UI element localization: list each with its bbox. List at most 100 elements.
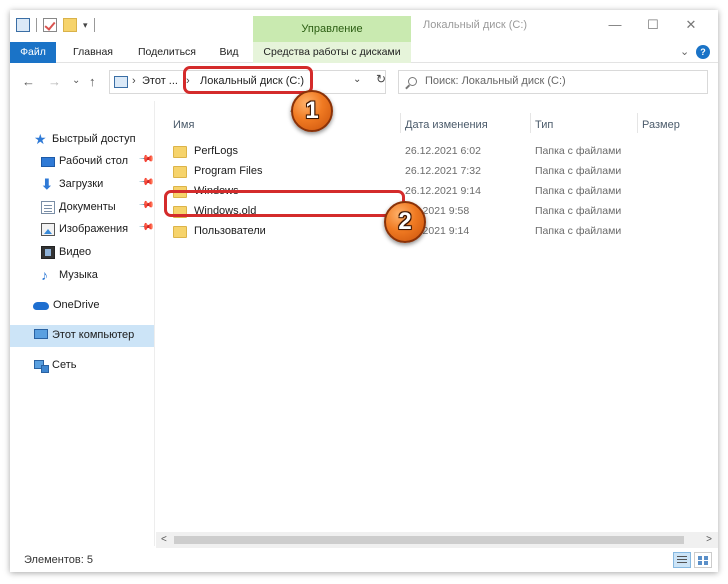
maximize-button[interactable]: ☐: [638, 14, 668, 36]
cloud-icon: [33, 302, 49, 310]
video-icon: [41, 246, 55, 259]
folder-icon: [173, 226, 187, 238]
scroll-left-button[interactable]: <: [161, 534, 167, 545]
nav-item-label: Изображения: [59, 223, 129, 235]
up-button[interactable]: ↑: [89, 74, 96, 89]
nav-item-network[interactable]: Сеть: [10, 355, 154, 377]
properties-icon[interactable]: [43, 18, 57, 32]
toolbar-divider: [93, 18, 95, 32]
window-title: Локальный диск (C:): [423, 19, 528, 31]
file-name: Program Files: [194, 165, 263, 177]
refresh-button[interactable]: ↻: [376, 72, 386, 86]
status-bar: Элементов: 5: [10, 548, 718, 572]
nav-item-downloads[interactable]: ⬇ Загрузки 📌: [10, 174, 155, 196]
documents-icon: [41, 201, 55, 214]
pin-icon[interactable]: 📌: [138, 219, 155, 236]
file-type: Папка с файлами: [535, 225, 622, 237]
column-header-date[interactable]: Дата изменения: [405, 119, 488, 131]
nav-item-label: Загрузки: [59, 178, 104, 190]
back-button[interactable]: ←: [22, 74, 35, 89]
column-divider[interactable]: [637, 113, 638, 133]
toolbar-divider: [36, 18, 37, 32]
horizontal-scrollbar[interactable]: < >: [156, 532, 718, 548]
nav-item-label: Музыка: [59, 269, 98, 281]
forward-button[interactable]: →: [48, 74, 61, 89]
tab-file[interactable]: Файл: [10, 42, 56, 63]
file-date: 26.12.2021 9:14: [405, 185, 481, 197]
computer-icon[interactable]: [16, 18, 30, 32]
new-folder-icon[interactable]: [63, 18, 77, 32]
table-row[interactable]: PerfLogs 26.12.2021 6:02 Папка с файлами: [156, 142, 718, 162]
nav-item-label: Этот компьютер: [52, 329, 135, 341]
step-badge-1: 1: [291, 90, 333, 132]
folder-icon: [173, 166, 187, 178]
tab-home[interactable]: Главная: [64, 42, 122, 63]
file-date: 26.12.2021 7:32: [405, 165, 481, 177]
file-name: Пользователи: [194, 225, 266, 237]
nav-item-this-pc[interactable]: Этот компьютер: [10, 325, 154, 347]
tab-view[interactable]: Вид: [210, 42, 248, 63]
column-header-type[interactable]: Тип: [535, 119, 553, 131]
pictures-icon: [41, 223, 55, 236]
search-input[interactable]: [425, 75, 695, 87]
tiles-view-button[interactable]: [694, 552, 712, 568]
desktop-icon: [41, 157, 55, 167]
file-type: Папка с файлами: [535, 145, 622, 157]
column-header-name[interactable]: Имя: [173, 119, 194, 131]
computer-icon: [34, 329, 48, 339]
file-date: 26.12.2021 6:02: [405, 145, 481, 157]
scroll-right-button[interactable]: >: [706, 534, 712, 545]
breadcrumb-separator: ›: [132, 75, 136, 87]
address-row: ← → ⌄ ↑ › Этот ... › Локальный диск (C:)…: [10, 63, 718, 101]
nav-item-label: Быстрый доступ: [52, 133, 136, 145]
tab-drive-tools[interactable]: Средства работы с дисками: [253, 42, 411, 63]
computer-icon: [114, 76, 128, 88]
details-view-icon: [677, 556, 687, 557]
nav-item-pictures[interactable]: Изображения 📌: [10, 219, 155, 241]
column-header-size[interactable]: Размер: [642, 119, 680, 131]
table-row[interactable]: Program Files 26.12.2021 7:32 Папка с фа…: [156, 162, 718, 182]
scrollbar-thumb[interactable]: [174, 536, 684, 544]
tiles-view-icon: [698, 556, 702, 560]
column-divider[interactable]: [400, 113, 401, 133]
nav-item-music[interactable]: ♪ Музыка: [10, 265, 154, 287]
nav-item-label: Видео: [59, 246, 92, 258]
close-button[interactable]: ✕: [676, 14, 706, 36]
nav-item-documents[interactable]: Документы 📌: [10, 197, 155, 219]
pin-icon[interactable]: 📌: [138, 197, 155, 214]
breadcrumb-this-pc[interactable]: Этот ...: [142, 75, 178, 87]
navigation-pane: ★ Быстрый доступ Рабочий стол 📌 ⬇ Загруз…: [10, 101, 155, 546]
network-icon: [34, 360, 49, 373]
tab-share[interactable]: Поделиться: [132, 42, 202, 63]
search-box[interactable]: [398, 70, 708, 94]
minimize-button[interactable]: —: [600, 14, 630, 36]
folder-highlight: [164, 190, 405, 217]
star-icon: ★: [34, 131, 47, 147]
table-row[interactable]: Пользователи .12.2021 9:14 Папка с файла…: [156, 222, 718, 242]
nav-item-quick-access[interactable]: ★ Быстрый доступ: [10, 129, 154, 151]
ribbon-tabs: Файл Главная Поделиться Вид Средства раб…: [10, 42, 718, 63]
recent-locations-button[interactable]: ⌄: [72, 75, 80, 86]
quick-access-toolbar: ▾: [16, 18, 95, 32]
download-icon: ⬇: [41, 176, 53, 192]
file-type: Папка с файлами: [535, 205, 622, 217]
address-dropdown-button[interactable]: ⌄: [353, 74, 361, 85]
search-icon: [408, 77, 417, 86]
file-type: Папка с файлами: [535, 165, 622, 177]
help-icon[interactable]: ?: [696, 45, 710, 59]
pin-icon[interactable]: 📌: [138, 151, 155, 168]
file-list: ^ Имя Дата изменения Тип Размер PerfLogs…: [156, 101, 718, 546]
nav-item-label: Сеть: [52, 359, 77, 371]
details-view-button[interactable]: [673, 552, 691, 568]
music-icon: ♪: [41, 267, 48, 283]
chevron-down-icon[interactable]: ▾: [83, 20, 88, 31]
file-name: PerfLogs: [194, 145, 239, 157]
column-divider[interactable]: [530, 113, 531, 133]
address-highlight: [183, 66, 313, 94]
nav-item-onedrive[interactable]: OneDrive: [10, 295, 154, 317]
nav-item-desktop[interactable]: Рабочий стол 📌: [10, 151, 155, 173]
expand-ribbon-icon[interactable]: ⌄: [680, 45, 689, 58]
nav-item-videos[interactable]: Видео: [10, 242, 154, 264]
pin-icon[interactable]: 📌: [138, 174, 155, 191]
item-count: Элементов: 5: [24, 554, 93, 566]
